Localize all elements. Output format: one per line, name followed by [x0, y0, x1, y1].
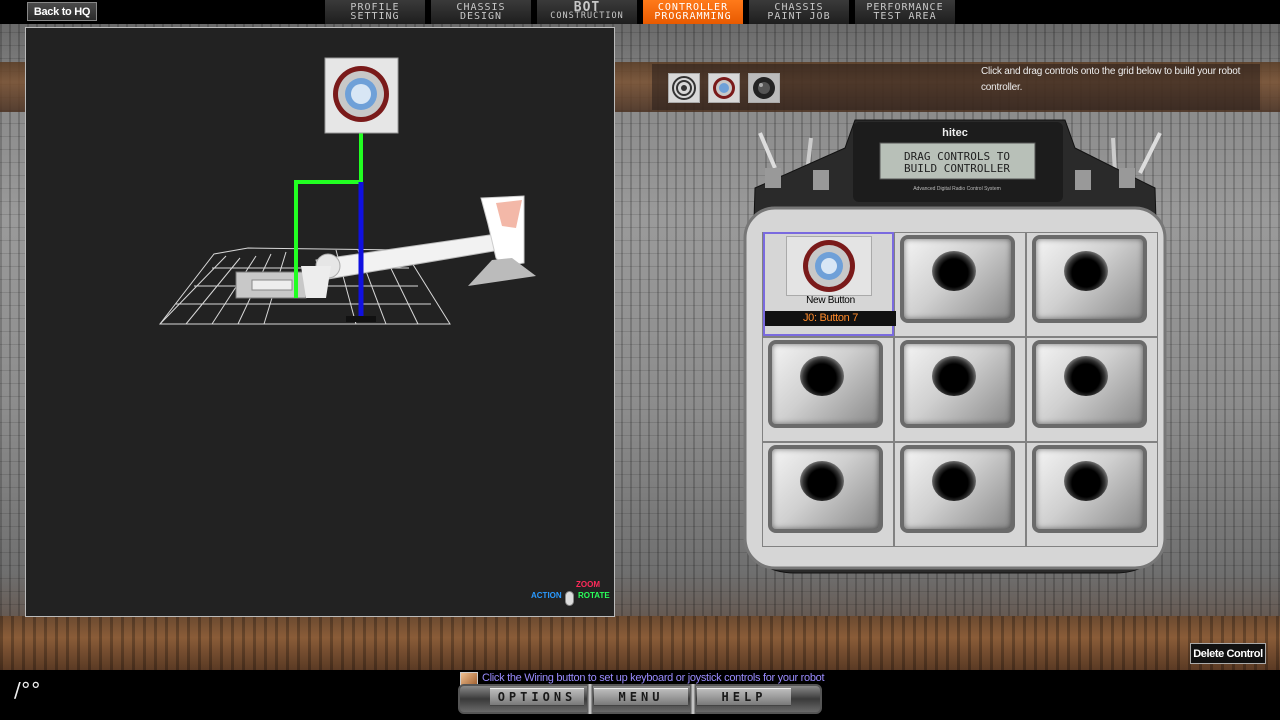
tab-bot-construction[interactable]: BOT CONSTRUCTION — [537, 0, 637, 24]
button-hole-icon — [932, 356, 976, 396]
action-hint-label: ACTION — [531, 591, 562, 600]
top-nav-bar: Back to HQ PROFILE SETTING CHASSIS DESIG… — [0, 0, 1280, 24]
button-hole-icon — [800, 461, 844, 501]
tip-text: Click the Wiring button to set up keyboa… — [482, 672, 825, 684]
button-hole-icon — [932, 251, 976, 291]
control-binding-label: J0: Button 7 — [765, 311, 896, 326]
tab-controller-programming[interactable]: CONTROLLER PROGRAMMING — [643, 0, 743, 24]
tab-label-line2: CONSTRUCTION — [550, 11, 624, 21]
tab-label-line2: DESIGN — [459, 11, 503, 22]
robot-arm — [315, 233, 501, 281]
controller-brand: hitec — [942, 127, 968, 139]
grid-cell-3[interactable] — [1026, 232, 1158, 337]
red-push-button-palette-icon[interactable] — [708, 73, 740, 103]
control-name-label: New Button — [806, 295, 855, 306]
grid-cell-8[interactable] — [894, 442, 1026, 547]
grid-cell-7[interactable] — [762, 442, 894, 547]
button-hole-icon — [1064, 356, 1108, 396]
placed-control-new-button[interactable]: New Button J0: Button 7 — [763, 232, 896, 336]
tab-chassis-paint-job[interactable]: CHASSIS PAINT JOB — [749, 0, 849, 24]
grid-cell-4[interactable] — [762, 337, 894, 442]
robot-model — [158, 57, 536, 325]
options-button[interactable]: OPTIONS — [490, 688, 584, 706]
grid-cell-9[interactable] — [1026, 442, 1158, 547]
controller-subtitle: Advanced Digital Radio Control System — [913, 186, 1001, 192]
help-button[interactable]: HELP — [697, 688, 791, 706]
menu-separator — [690, 684, 696, 714]
spiral-knob-icon[interactable] — [668, 73, 700, 103]
grid-cell-2[interactable] — [894, 232, 1026, 337]
game-logo: /°° — [14, 678, 41, 702]
lcd-line-2: BUILD CONTROLLER — [904, 162, 1010, 175]
background-band-left — [0, 62, 25, 112]
menu-button[interactable]: MENU — [594, 688, 688, 706]
tab-label-line2: SETTING — [350, 11, 400, 22]
tab-profile-setting[interactable]: PROFILE SETTING — [325, 0, 425, 24]
background-band-bottom — [0, 616, 1280, 670]
tab-label-line2: TEST AREA — [873, 11, 937, 22]
menu-separator — [587, 684, 593, 714]
motor-base — [346, 316, 376, 322]
dark-button-icon[interactable] — [748, 73, 780, 103]
grid-cell-6[interactable] — [1026, 337, 1158, 442]
button-hole-icon — [932, 461, 976, 501]
zoom-hint-label: ZOOM — [576, 580, 600, 589]
delete-control-button[interactable]: Delete Control — [1190, 643, 1266, 664]
tab-label-line2: PROGRAMMING — [654, 11, 732, 22]
tab-chassis-design[interactable]: CHASSIS DESIGN — [431, 0, 531, 24]
tab-performance-test-area[interactable]: PERFORMANCE TEST AREA — [855, 0, 955, 24]
mouse-icon — [565, 591, 574, 606]
robot-3d-viewport[interactable]: ZOOM ACTION ROTATE — [25, 27, 615, 617]
button-hole-icon — [1064, 461, 1108, 501]
camera-controls-hint: ZOOM ACTION ROTATE — [531, 580, 613, 610]
grid-cell-5[interactable] — [894, 337, 1026, 442]
back-to-hq-button[interactable]: Back to HQ — [27, 2, 97, 21]
red-push-button-icon — [324, 57, 399, 134]
red-push-button-icon — [786, 236, 872, 296]
rotate-hint-label: ROTATE — [578, 591, 610, 600]
button-hole-icon — [800, 356, 844, 396]
tab-label-line2: PAINT JOB — [767, 11, 831, 22]
button-hole-icon — [1064, 251, 1108, 291]
instruction-text: Click and drag controls onto the grid be… — [981, 66, 1241, 93]
